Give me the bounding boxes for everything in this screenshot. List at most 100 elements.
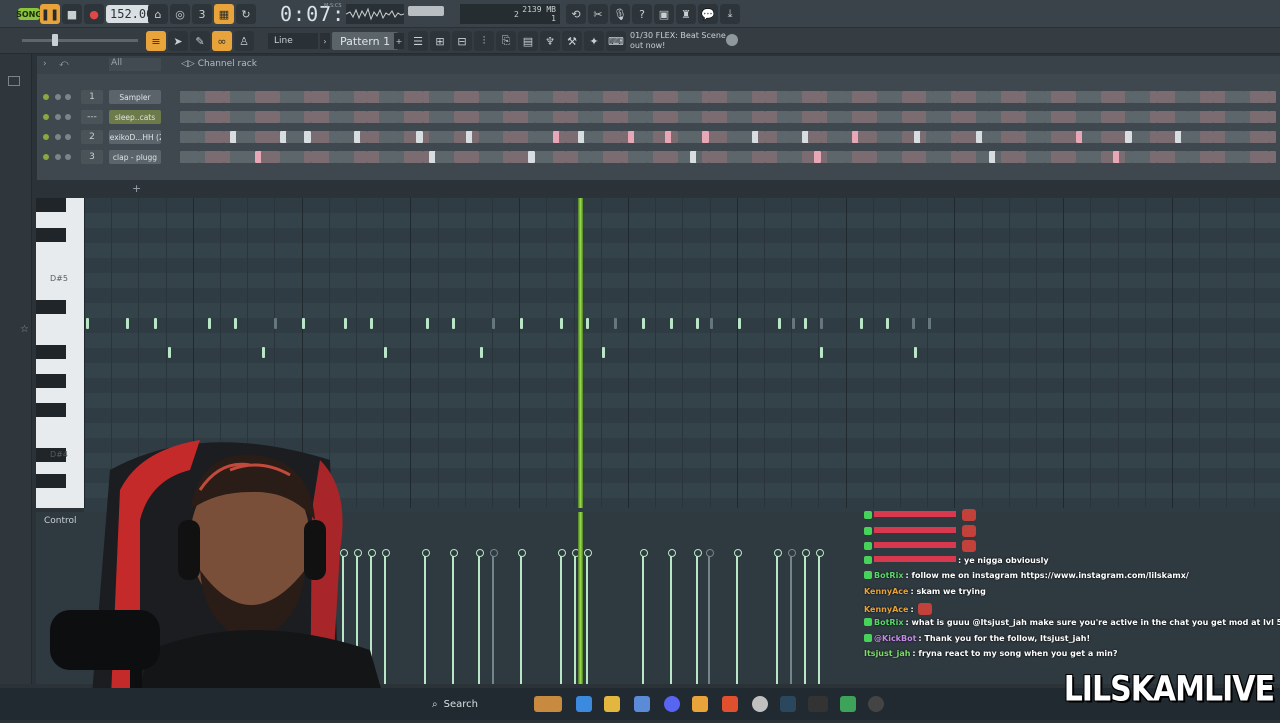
midi-note[interactable]: [560, 318, 563, 329]
velocity-bar[interactable]: [518, 549, 526, 684]
black-key[interactable]: [36, 374, 66, 388]
channel-knob-icon[interactable]: [55, 94, 61, 100]
touch-keyboard-icon[interactable]: ✦: [584, 31, 604, 51]
metronome-icon[interactable]: ⌂: [148, 4, 168, 24]
folder-icon[interactable]: [8, 76, 20, 86]
piano-roll-icon[interactable]: ⊞: [430, 31, 450, 51]
midi-note[interactable]: [886, 318, 889, 329]
undo-history-icon[interactable]: ⟲: [566, 4, 586, 24]
add-pattern-icon[interactable]: +: [394, 33, 404, 49]
chat-username[interactable]: BotRix: [874, 618, 903, 627]
midi-note[interactable]: [696, 318, 699, 329]
app-icon[interactable]: [752, 696, 768, 712]
step-edit-icon[interactable]: ▦: [214, 4, 234, 24]
velocity-bar[interactable]: [450, 549, 458, 684]
velocity-bar[interactable]: [572, 549, 580, 684]
add-channel-button[interactable]: +: [132, 182, 141, 195]
chat-username[interactable]: @KickBot: [874, 634, 916, 643]
mute-led-icon[interactable]: [43, 154, 49, 160]
file-icon[interactable]: ▤: [518, 31, 538, 51]
black-key[interactable]: [36, 300, 66, 314]
channel-knob-icon[interactable]: [55, 154, 61, 160]
app-icon-2[interactable]: [808, 696, 828, 712]
midi-note[interactable]: [914, 347, 917, 358]
velocity-bar[interactable]: [640, 549, 648, 684]
midi-note[interactable]: [804, 318, 807, 329]
midi-note[interactable]: [344, 318, 347, 329]
app-icon-3[interactable]: [840, 696, 856, 712]
plugin-icon[interactable]: ♜: [676, 4, 696, 24]
playlist-window-icon[interactable]: ☰: [408, 31, 428, 51]
midi-note[interactable]: [778, 318, 781, 329]
midi-note[interactable]: [928, 318, 931, 329]
master-pitch-slider[interactable]: [22, 39, 138, 42]
midi-note[interactable]: [452, 318, 455, 329]
playlist-icon[interactable]: ≡: [146, 31, 166, 51]
mute-led-icon[interactable]: [43, 134, 49, 140]
midi-note[interactable]: [820, 347, 823, 358]
channel-name-button[interactable]: sleep..cats: [109, 110, 161, 124]
tools-icon[interactable]: ⚒: [562, 31, 582, 51]
download-icon[interactable]: ⤓: [720, 4, 740, 24]
midi-note[interactable]: [602, 347, 605, 358]
plugin-picker-icon[interactable]: ♆: [540, 31, 560, 51]
chat-username[interactable]: Itsjust_jah: [864, 649, 910, 658]
countdown-icon[interactable]: 3: [192, 4, 212, 24]
step-button[interactable]: [1268, 151, 1276, 163]
copilot-icon[interactable]: [576, 696, 592, 712]
pattern-selector[interactable]: Pattern 1: [332, 32, 399, 50]
velocity-bar[interactable]: [490, 549, 498, 684]
cut-tools-icon[interactable]: ✂: [588, 4, 608, 24]
mute-led-icon[interactable]: [43, 114, 49, 120]
midi-note[interactable]: [586, 318, 589, 329]
midi-note[interactable]: [86, 318, 89, 329]
midi-note[interactable]: [912, 318, 915, 329]
widget-icon[interactable]: [534, 696, 562, 712]
save-icon[interactable]: ▣: [654, 4, 674, 24]
wait-input-icon[interactable]: ◎: [170, 4, 190, 24]
chevron-right-icon[interactable]: ›: [320, 33, 330, 49]
4k-icon[interactable]: [868, 696, 884, 712]
slider-handle[interactable]: [52, 34, 58, 46]
velocity-bar[interactable]: [802, 549, 810, 684]
channel-row[interactable]: 2 MexikoD...HH (2): [37, 130, 1280, 146]
midi-note[interactable]: [274, 318, 277, 329]
chat-username[interactable]: [874, 542, 956, 549]
chat-username[interactable]: [874, 526, 956, 533]
stop-button[interactable]: ■: [62, 4, 82, 24]
mute-led-icon[interactable]: [43, 94, 49, 100]
chat-icon[interactable]: 💬: [698, 4, 718, 24]
taskbar-search[interactable]: ⌕ Search: [428, 693, 528, 715]
globe-icon[interactable]: [726, 34, 738, 46]
channel-knob-icon[interactable]: [65, 94, 71, 100]
typing-keyboard-icon[interactable]: ⌨: [606, 31, 626, 51]
midi-note[interactable]: [642, 318, 645, 329]
loop-record-icon[interactable]: ↻: [236, 4, 256, 24]
mixer-track-number[interactable]: 2: [81, 130, 103, 144]
channel-rack-icon[interactable]: ⊟: [452, 31, 472, 51]
arrow-icon[interactable]: ➤: [168, 31, 188, 51]
velocity-bar[interactable]: [558, 549, 566, 684]
midi-note[interactable]: [480, 347, 483, 358]
news-hint[interactable]: 01/30 FLEX: Beat Scene out now!: [630, 31, 730, 51]
channel-knob-icon[interactable]: [55, 134, 61, 140]
midi-note[interactable]: [384, 347, 387, 358]
mixer-track-number[interactable]: 1: [81, 90, 103, 104]
step-button[interactable]: [1268, 91, 1276, 103]
channel-knob-icon[interactable]: [65, 114, 71, 120]
snap-selector[interactable]: Line: [268, 33, 318, 49]
step-button[interactable]: [1268, 131, 1276, 143]
link-icon[interactable]: ∞: [212, 31, 232, 51]
mixer-track-number[interactable]: ---: [81, 110, 103, 124]
pause-button[interactable]: ❚❚: [40, 4, 60, 24]
chat-username[interactable]: [874, 511, 956, 517]
microphone-icon[interactable]: 🎙: [610, 4, 630, 24]
midi-note[interactable]: [820, 318, 823, 329]
black-key[interactable]: [36, 228, 66, 242]
brave-icon[interactable]: [722, 696, 738, 712]
master-volume-meter[interactable]: [408, 6, 444, 16]
help-icon[interactable]: ?: [632, 4, 652, 24]
velocity-bar[interactable]: [694, 549, 702, 684]
chat-username[interactable]: [874, 555, 956, 562]
midi-note[interactable]: [234, 318, 237, 329]
